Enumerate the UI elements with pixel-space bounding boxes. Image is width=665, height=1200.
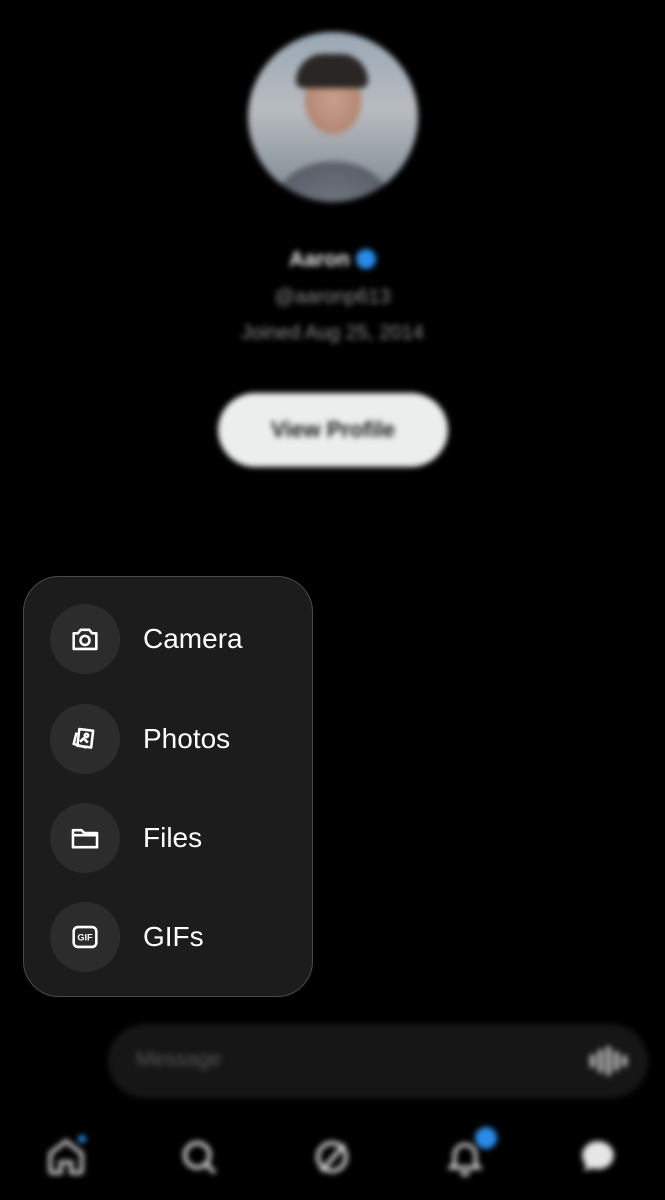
profile-handle: @aaronp613 — [274, 286, 391, 308]
menu-item-camera[interactable]: Camera — [50, 603, 300, 675]
tab-grok[interactable] — [308, 1133, 356, 1181]
view-profile-button[interactable]: View Profile — [218, 393, 448, 467]
voice-icon[interactable] — [588, 1046, 628, 1076]
search-icon — [183, 1141, 217, 1175]
menu-label-photos: Photos — [143, 723, 231, 754]
menu-label-camera: Camera — [143, 623, 243, 654]
menu-label-files: Files — [143, 822, 203, 853]
menu-item-gifs[interactable]: GIF GIFs — [50, 901, 300, 973]
grok-icon — [316, 1141, 348, 1173]
tab-search[interactable] — [175, 1133, 223, 1181]
menu-item-files[interactable]: Files — [50, 802, 300, 874]
avatar[interactable] — [248, 32, 418, 202]
tab-notifications[interactable] — [441, 1127, 497, 1181]
attachment-menu: Camera Photos Files GIF GIFs — [23, 576, 313, 997]
notifications-badge — [475, 1127, 497, 1149]
profile-name-row: Aaron — [0, 248, 665, 272]
folder-icon — [50, 803, 120, 873]
camera-icon — [50, 604, 120, 674]
messages-icon — [582, 1141, 614, 1171]
verified-badge-icon — [355, 249, 376, 269]
tab-bar — [0, 1115, 665, 1200]
menu-item-photos[interactable]: Photos — [50, 703, 300, 775]
photos-icon — [50, 704, 120, 774]
message-composer[interactable]: Message — [108, 1024, 648, 1098]
profile-name: Aaron — [289, 248, 350, 271]
home-notification-dot — [78, 1135, 86, 1143]
menu-label-gifs: GIFs — [143, 921, 204, 952]
gif-icon: GIF — [50, 902, 120, 972]
profile-joined-date: Joined Aug 25, 2014 — [241, 322, 424, 344]
svg-text:GIF: GIF — [77, 933, 93, 943]
tab-home[interactable] — [42, 1133, 90, 1181]
message-input[interactable]: Message — [136, 1048, 221, 1072]
tab-messages[interactable] — [574, 1133, 622, 1181]
